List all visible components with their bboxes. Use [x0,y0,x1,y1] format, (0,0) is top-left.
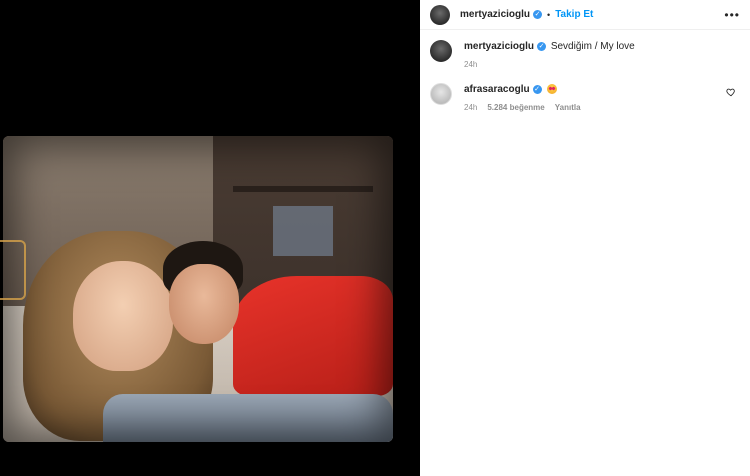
film-frame-marker [0,240,26,300]
more-options-icon[interactable]: ••• [724,8,740,22]
header-separator: • [547,9,551,20]
follow-button[interactable]: Takip Et [555,9,593,20]
comment-body: afrasaracoglu ✓ 24h 5.284 beğenme Yanıtla [464,83,740,112]
like-comment-heart-icon[interactable] [726,87,736,97]
star-struck-emoji-icon [547,84,558,95]
post-side-pane: mertyazicioglu ✓ • Takip Et ••• mertyazi… [420,0,750,476]
post-header: mertyazicioglu ✓ • Takip Et ••• [420,0,750,30]
caption-item: mertyazicioglu ✓ Sevdiğim / My love 24h [430,40,740,69]
caption-line: mertyazicioglu ✓ Sevdiğim / My love [464,40,740,54]
caption-username[interactable]: mertyazicioglu [464,41,534,52]
verified-badge-icon: ✓ [537,41,547,51]
caption-meta: 24h [464,60,740,69]
author-avatar[interactable] [430,4,450,25]
author-username[interactable]: mertyazicioglu [460,9,530,20]
comment-meta: 24h 5.284 beğenme Yanıtla [464,103,740,112]
caption-body: mertyazicioglu ✓ Sevdiğim / My love 24h [464,40,740,69]
comment-item: afrasaracoglu ✓ 24h 5.284 beğenme Yanıtla [430,83,740,112]
caption-text: Sevdiğim / My love [550,41,635,52]
comment-line: afrasaracoglu ✓ [464,83,740,97]
comment-likes-count[interactable]: 5.284 beğenme [487,103,544,112]
comment-username[interactable]: afrasaracoglu [464,84,530,95]
reply-button[interactable]: Yanıtla [555,103,581,112]
post-media-pane [0,0,420,476]
commenter-avatar[interactable] [430,83,452,105]
caption-author-avatar[interactable] [430,40,452,62]
post-photo[interactable] [3,136,393,442]
comments-list: mertyazicioglu ✓ Sevdiğim / My love 24h a… [420,30,750,112]
comment-timestamp[interactable]: 24h [464,103,477,112]
photo-vignette [3,136,393,442]
verified-badge-icon: ✓ [533,10,543,19]
verified-badge-icon: ✓ [532,84,542,94]
caption-timestamp[interactable]: 24h [464,60,477,69]
